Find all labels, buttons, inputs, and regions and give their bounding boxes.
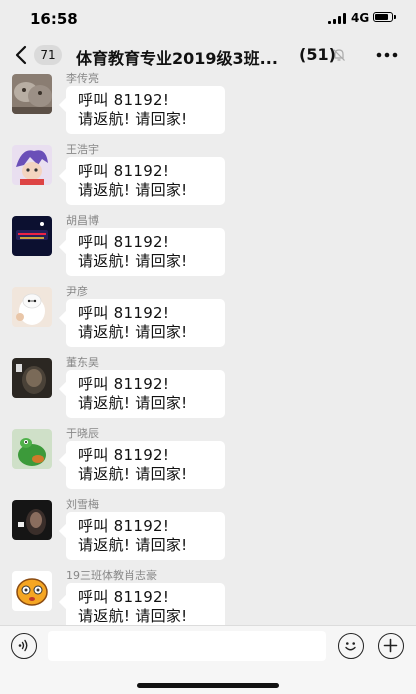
- bell-mute-icon: [333, 49, 345, 61]
- message-row: 董东昊 呼叫 81192! 请返航! 请回家!: [0, 354, 416, 424]
- input-bar: [0, 625, 416, 694]
- message-text: 请返航! 请回家!: [78, 110, 188, 128]
- sender-name: 刘雪梅: [66, 498, 99, 511]
- message-text: 请返航! 请回家!: [78, 181, 188, 199]
- message-bubble[interactable]: 呼叫 81192! 请返航! 请回家!: [66, 157, 225, 205]
- message-text: 请返航! 请回家!: [78, 323, 188, 341]
- message-bubble[interactable]: 呼叫 81192! 请返航! 请回家!: [66, 512, 225, 560]
- plus-button[interactable]: [378, 633, 404, 659]
- avatar[interactable]: [12, 74, 52, 114]
- avatar[interactable]: [12, 216, 52, 256]
- back-button[interactable]: 71: [12, 42, 68, 68]
- message-bubble[interactable]: 呼叫 81192! 请返航! 请回家!: [66, 86, 225, 134]
- message-row: 刘雪梅 呼叫 81192! 请返航! 请回家!: [0, 496, 416, 566]
- home-indicator: [137, 683, 279, 688]
- message-text: 呼叫 81192!: [78, 162, 170, 180]
- message-row: 胡昌博 呼叫 81192! 请返航! 请回家!: [0, 212, 416, 282]
- message-bubble[interactable]: 呼叫 81192! 请返航! 请回家!: [66, 228, 225, 276]
- signal-icon: [328, 13, 346, 24]
- message-row: 19三班体教肖志豪 呼叫 81192! 请返航! 请回家!: [0, 567, 416, 625]
- message-row: 王浩宇 呼叫 81192! 请返航! 请回家!: [0, 141, 416, 211]
- message-text: 呼叫 81192!: [78, 375, 170, 393]
- message-text: 请返航! 请回家!: [78, 394, 188, 412]
- member-count: (51): [299, 45, 336, 64]
- message-text: 请返航! 请回家!: [78, 465, 188, 483]
- avatar[interactable]: [12, 145, 52, 185]
- network-type: 4G: [351, 11, 370, 25]
- emoji-button[interactable]: [338, 633, 364, 659]
- status-bar: 16:58 4G: [0, 0, 416, 38]
- plus-icon: [383, 638, 398, 653]
- avatar[interactable]: [12, 500, 52, 540]
- message-text: 呼叫 81192!: [78, 91, 170, 109]
- message-text: 呼叫 81192!: [78, 588, 170, 606]
- status-time: 16:58: [30, 10, 78, 28]
- message-row: 李传亮 呼叫 81192! 请返航! 请回家!: [0, 72, 416, 140]
- message-text: 请返航! 请回家!: [78, 252, 188, 270]
- message-text: 呼叫 81192!: [78, 233, 170, 251]
- message-bubble[interactable]: 呼叫 81192! 请返航! 请回家!: [66, 583, 225, 625]
- sender-name: 董东昊: [66, 356, 99, 369]
- more-icon: [376, 52, 398, 58]
- sender-name: 李传亮: [66, 72, 99, 85]
- emoji-icon: [345, 642, 356, 651]
- chat-title: 体育教育专业2019级3班...: [76, 49, 278, 68]
- sender-name: 于晓辰: [66, 427, 99, 440]
- voice-icon: [18, 639, 28, 652]
- sender-name: 19三班体教肖志豪: [66, 569, 157, 582]
- voice-button[interactable]: [11, 633, 37, 659]
- message-row: 尹彦 呼叫 81192! 请返航! 请回家!: [0, 283, 416, 353]
- avatar[interactable]: [12, 287, 52, 327]
- message-list[interactable]: 李传亮 呼叫 81192! 请返航! 请回家! 王浩宇 呼叫 81192! 请返…: [0, 72, 416, 625]
- message-text: 呼叫 81192!: [78, 304, 170, 322]
- avatar[interactable]: [12, 571, 52, 611]
- message-bubble[interactable]: 呼叫 81192! 请返航! 请回家!: [66, 370, 225, 418]
- unread-badge: 71: [34, 45, 62, 65]
- battery-icon: [373, 12, 396, 22]
- sender-name: 王浩宇: [66, 143, 99, 156]
- more-button[interactable]: [374, 44, 400, 66]
- sender-name: 胡昌博: [66, 214, 99, 227]
- message-input[interactable]: [48, 631, 326, 661]
- message-text: 呼叫 81192!: [78, 446, 170, 464]
- message-text: 请返航! 请回家!: [78, 607, 188, 625]
- sender-name: 尹彦: [66, 285, 88, 298]
- message-text: 呼叫 81192!: [78, 517, 170, 535]
- nav-bar: 71 体育教育专业2019级3班... (51): [0, 38, 416, 72]
- message-row: 于晓辰 呼叫 81192! 请返航! 请回家!: [0, 425, 416, 495]
- avatar[interactable]: [12, 429, 52, 469]
- message-bubble[interactable]: 呼叫 81192! 请返航! 请回家!: [66, 441, 225, 489]
- chevron-left-icon: [15, 45, 27, 65]
- message-bubble[interactable]: 呼叫 81192! 请返航! 请回家!: [66, 299, 225, 347]
- message-text: 请返航! 请回家!: [78, 536, 188, 554]
- avatar[interactable]: [12, 358, 52, 398]
